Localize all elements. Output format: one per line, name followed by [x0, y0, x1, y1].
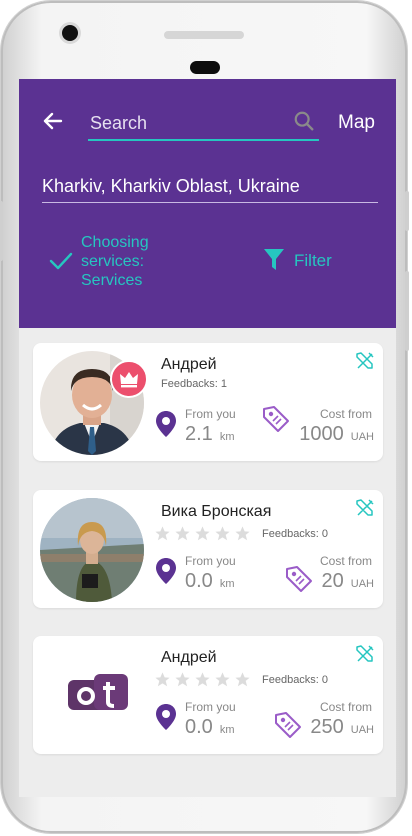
front-camera [62, 25, 78, 41]
map-button[interactable]: Map [338, 112, 375, 134]
star-icon [155, 526, 170, 541]
cost-value: 250 UAH [310, 716, 374, 739]
side-button [405, 191, 409, 231]
star-icon [175, 672, 190, 687]
distance-unit: km [219, 431, 235, 443]
side-button [0, 201, 3, 261]
provider-card[interactable]: Вика Бронская Feedbacks: 0 From you 0.0 k… [33, 490, 383, 608]
app-screen: Map Kharkiv, Kharkiv Oblast, Ukraine Cho… [19, 79, 396, 797]
location-pin-icon [156, 411, 176, 437]
search-icon[interactable] [293, 110, 315, 132]
star-icon [215, 526, 230, 541]
tools-icon [356, 645, 374, 662]
distance-number: 0.0 [185, 570, 213, 592]
side-button [405, 271, 409, 351]
tools-icon [356, 352, 374, 369]
star-icon [175, 526, 190, 541]
price-tag-icon [286, 566, 312, 592]
avatar [40, 498, 144, 602]
back-arrow-icon[interactable] [41, 109, 65, 133]
rating-stars [154, 525, 254, 547]
cost-number: 250 [310, 716, 344, 738]
cost-from-label: Cost from [320, 700, 373, 714]
location-pin-icon [156, 558, 176, 584]
distance-unit: km [219, 724, 235, 736]
provider-card[interactable]: Андрей Feedbacks: 0 From you 0.0 km Cost … [33, 636, 383, 754]
cost-value: 1000 UAH [299, 423, 374, 446]
star-icon [235, 672, 250, 687]
provider-name: Вика Бронская [161, 503, 272, 520]
provider-card[interactable]: Андрей Feedbacks: 1 From you 2.1 km Cost … [33, 343, 383, 461]
cost-from-label: Cost from [320, 554, 373, 568]
rating-stars [154, 671, 254, 693]
price-tag-icon [263, 406, 289, 432]
cost-number: 20 [321, 570, 344, 592]
search-header: Map Kharkiv, Kharkiv Oblast, Ukraine Cho… [19, 79, 396, 328]
from-you-label: From you [185, 407, 236, 421]
feedbacks-count: Feedbacks: 1 [161, 378, 228, 390]
feedbacks-count: Feedbacks: 0 [262, 674, 329, 686]
search-input[interactable] [88, 107, 292, 139]
proximity-sensor [190, 61, 220, 74]
location-pin-icon [156, 704, 176, 730]
star-icon [235, 526, 250, 541]
from-you-label: From you [185, 700, 236, 714]
earpiece-speaker [164, 31, 244, 39]
avatar [40, 644, 144, 748]
currency: UAH [350, 724, 374, 736]
location-field[interactable]: Kharkiv, Kharkiv Oblast, Ukraine [42, 176, 378, 203]
star-icon [195, 672, 210, 687]
phone-frame: Map Kharkiv, Kharkiv Oblast, Ukraine Cho… [0, 1, 409, 833]
filter-funnel-icon [264, 249, 284, 270]
filter-label: Filter [294, 251, 332, 270]
distance-value: 0.0 km [185, 570, 234, 593]
star-icon [195, 526, 210, 541]
cost-number: 1000 [299, 423, 344, 445]
from-you-label: From you [185, 554, 236, 568]
distance-value: 2.1 km [185, 423, 234, 446]
checkmark-icon [49, 252, 73, 270]
provider-name: Андрей [161, 649, 217, 666]
currency: UAH [350, 431, 374, 443]
currency: UAH [350, 578, 374, 590]
cost-from-label: Cost from [320, 407, 373, 421]
star-icon [215, 672, 230, 687]
feedbacks-count: Feedbacks: 0 [262, 528, 329, 540]
search-bar [88, 107, 319, 141]
distance-number: 2.1 [185, 423, 213, 445]
distance-value: 0.0 km [185, 716, 234, 739]
star-icon [155, 672, 170, 687]
tools-icon [356, 499, 374, 516]
cost-value: 20 UAH [322, 570, 374, 593]
premium-crown-badge [110, 360, 148, 398]
distance-unit: km [219, 578, 235, 590]
company-logo [68, 674, 128, 710]
price-tag-icon [275, 712, 301, 738]
distance-number: 0.0 [185, 716, 213, 738]
choosing-services-button[interactable]: Choosing services: Services [81, 233, 201, 290]
provider-name: Андрей [161, 356, 217, 373]
